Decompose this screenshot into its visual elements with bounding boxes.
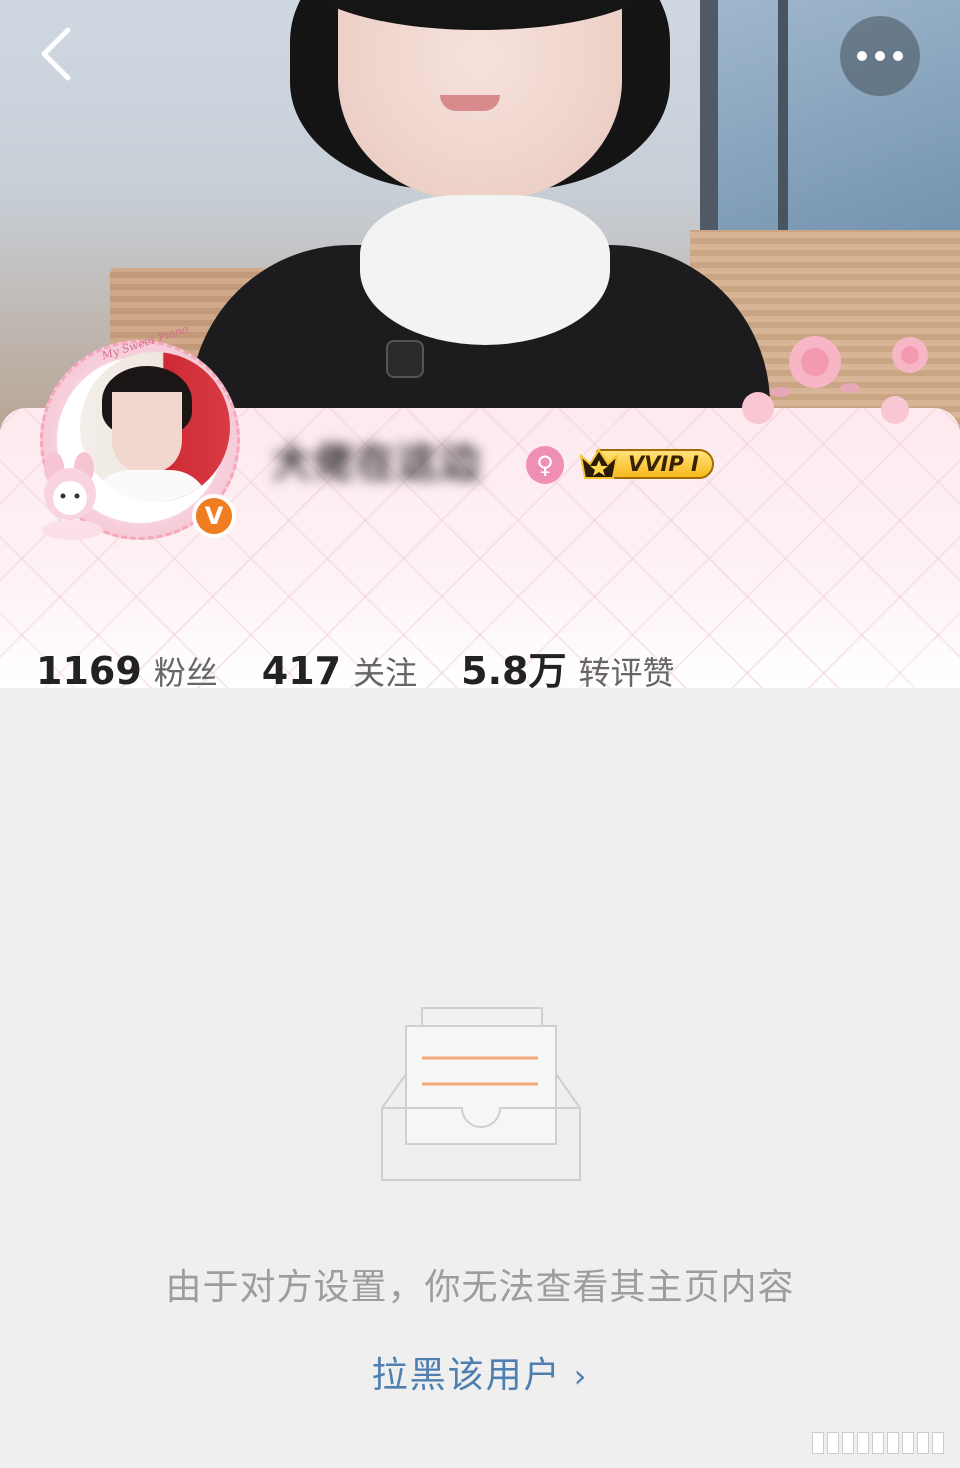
watermark-bar [812, 1432, 824, 1454]
watermark-bar [872, 1432, 884, 1454]
watermark-bar [902, 1432, 914, 1454]
watermark-bar [917, 1432, 929, 1454]
watermark-bar [857, 1432, 869, 1454]
vip-badge-label: VVIP I [628, 452, 699, 476]
block-user-link[interactable]: 拉黑该用户 › [0, 1346, 960, 1398]
cover-collar [360, 195, 610, 345]
back-button[interactable] [30, 24, 80, 84]
gender-glyph: ♀ [536, 451, 554, 479]
stat-following[interactable]: 417 关注 [262, 648, 417, 694]
verified-badge-label: V [204, 502, 224, 530]
more-options-button[interactable] [840, 16, 920, 96]
avatar-face [112, 392, 182, 472]
chevron-left-icon [41, 27, 71, 81]
stat-followers[interactable]: 1169 粉丝 [36, 648, 218, 694]
cover-window [700, 0, 960, 260]
cover-lips [440, 95, 500, 111]
more-dot [875, 51, 885, 61]
stat-label: 关注 [353, 654, 418, 692]
watermark-bar [932, 1432, 944, 1454]
crown-icon [579, 448, 619, 479]
vip-badge[interactable]: VVIP I [578, 446, 718, 482]
female-icon: ♀ [526, 446, 564, 484]
profile-stats: 1169 粉丝 417 关注 5.8万 转评赞 [36, 640, 718, 693]
empty-state-message: 由于对方设置，你无法查看其主页内容 [165, 1267, 795, 1308]
stat-label: 粉丝 [153, 654, 218, 692]
stat-value: 417 [261, 649, 342, 693]
watermark-bar [827, 1432, 839, 1454]
avatar[interactable]: My Sweet Piano V [30, 322, 250, 550]
chevron-right-icon: › [573, 1357, 589, 1395]
cover-pin [386, 340, 424, 378]
more-dot [857, 51, 867, 61]
block-user-label: 拉黑该用户 [371, 1355, 562, 1396]
watermark-bar [887, 1432, 899, 1454]
verified-badge[interactable]: V [192, 494, 236, 538]
stat-value: 1169 [36, 649, 142, 693]
stat-label: 转评赞 [578, 654, 675, 692]
bunny-sticker-icon [42, 452, 102, 540]
watermark-icon [812, 1432, 944, 1454]
empty-inbox-icon [381, 1007, 581, 1181]
more-dot [893, 51, 903, 61]
stat-interactions[interactable]: 5.8万 转评赞 [461, 640, 674, 695]
watermark-bar [842, 1432, 854, 1454]
stat-value: 5.8万 [461, 649, 567, 693]
rose-decoration-icon [742, 336, 928, 424]
username: 大佬在这边 [272, 440, 482, 486]
